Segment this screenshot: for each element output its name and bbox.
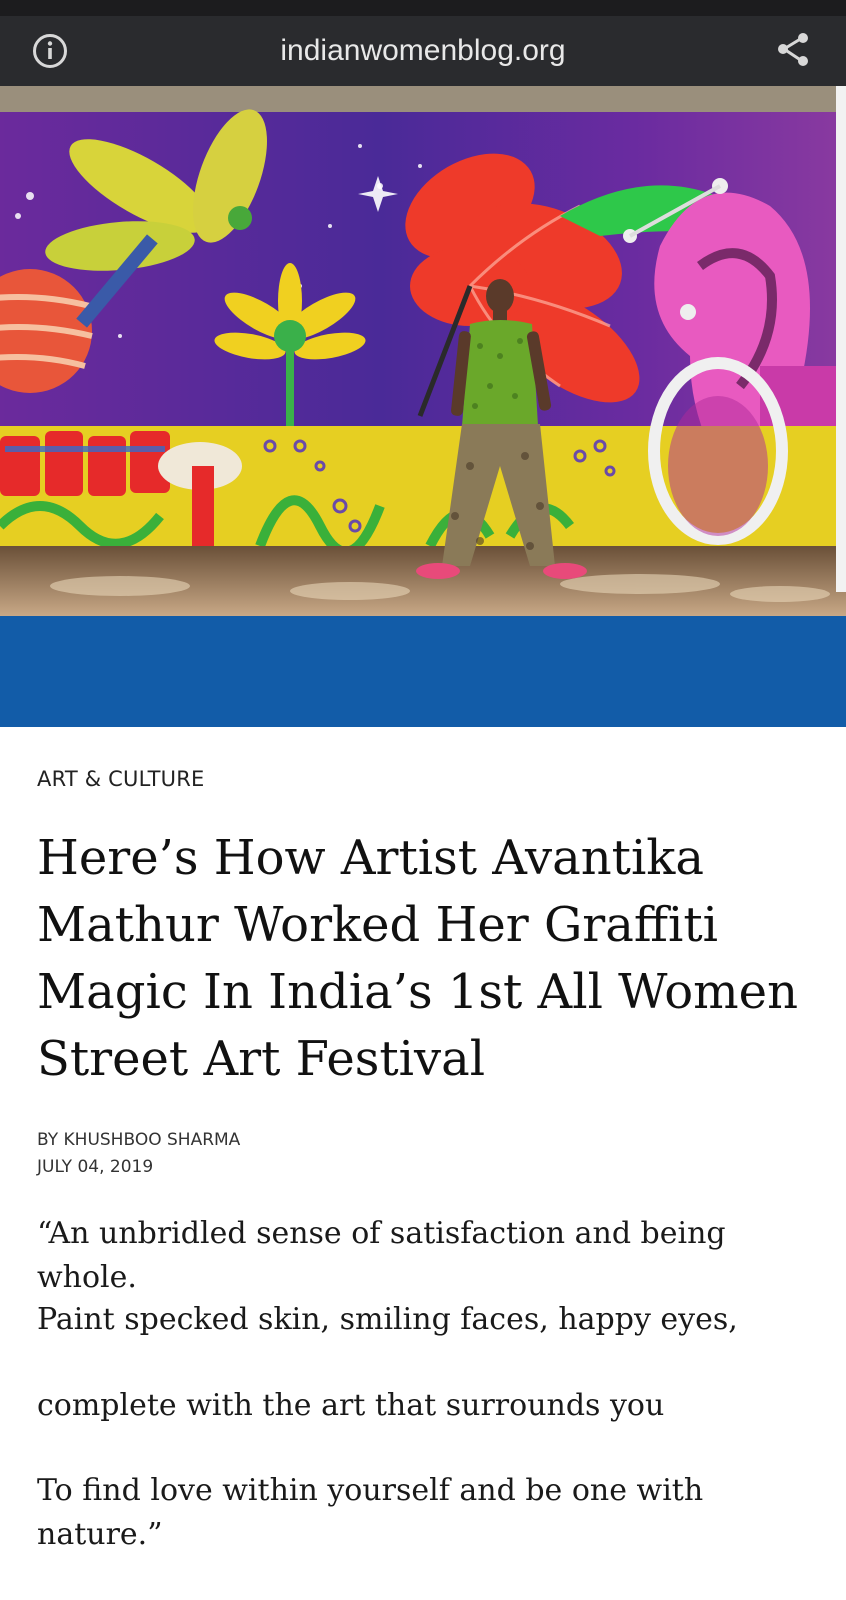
share-icon[interactable] xyxy=(774,30,814,70)
article-byline: BY KHUSHBOO SHARMA xyxy=(37,1130,241,1150)
graffiti-mural-illustration xyxy=(0,86,846,616)
article-paragraph: To find love within yourself and be one … xyxy=(37,1473,704,1552)
status-bar xyxy=(0,0,846,16)
article-paragraph: “An unbridled sense of satisfaction and … xyxy=(37,1216,726,1295)
article-category[interactable]: ART & CULTURE xyxy=(37,767,204,791)
info-icon[interactable] xyxy=(32,33,68,69)
article-paragraph: complete with the art that surrounds you xyxy=(37,1388,665,1423)
url-text[interactable]: indianwomenblog.org xyxy=(280,34,565,68)
hero-image xyxy=(0,86,846,616)
accent-band xyxy=(0,616,846,727)
article-paragraph: Paint specked skin, smiling faces, happy… xyxy=(37,1302,738,1337)
article-title: Here’s How Artist Avantika Mathur Worked… xyxy=(37,830,798,1087)
article-date: JULY 04, 2019 xyxy=(37,1157,154,1177)
browser-url-bar: indianwomenblog.org xyxy=(0,16,846,86)
